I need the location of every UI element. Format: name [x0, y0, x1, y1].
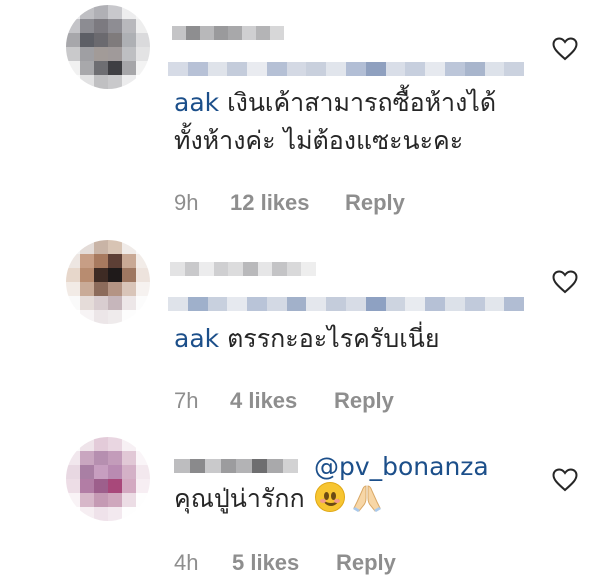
reply-button[interactable]: Reply: [334, 388, 394, 414]
timestamp: 7h: [174, 388, 199, 413]
likes-count[interactable]: 4 likes: [230, 388, 334, 414]
reply-mention-blurred[interactable]: [168, 297, 524, 311]
likes-count[interactable]: 12 likes: [230, 190, 345, 216]
smiling-face-emoji: [314, 482, 345, 512]
comment-meta: 4h 5 likes Reply: [174, 550, 396, 576]
comment-line-1: คุณปู่น่ารักก: [174, 484, 305, 513]
timestamp: 4h: [174, 550, 199, 575]
reply-button[interactable]: Reply: [345, 190, 405, 216]
comment-line-1: ตรรกะอะไรครับเนี่ย: [219, 324, 440, 353]
comment-meta: 9h 12 likes Reply: [174, 190, 405, 216]
avatar[interactable]: [66, 437, 150, 521]
avatar[interactable]: [66, 5, 150, 89]
likes-count[interactable]: 5 likes: [232, 550, 336, 576]
heart-outline-icon[interactable]: [552, 270, 578, 294]
avatar[interactable]: [66, 240, 150, 324]
reply-mention-blurred[interactable]: [168, 62, 524, 76]
mention-link[interactable]: aak: [174, 88, 219, 117]
comment-meta: 7h 4 likes Reply: [174, 388, 394, 414]
username-blurred[interactable]: [174, 459, 298, 473]
comment-text: aak เงินเค้าสามารถซื้อห้างได้ ทั้งห้างค่…: [174, 84, 496, 160]
timestamp: 9h: [174, 190, 199, 215]
comment-line-1: เงินเค้าสามารถซื้อห้างได้: [219, 88, 497, 117]
comment-text: aak ตรรกะอะไรครับเนี่ย: [174, 320, 439, 358]
comment-line-2: ทั้งห้างค่ะ ไม่ต้องแซะนะคะ: [174, 126, 464, 155]
reply-mention-link[interactable]: @pv_bonanza: [314, 452, 489, 481]
heart-outline-icon[interactable]: [552, 468, 578, 492]
mention-link[interactable]: aak: [174, 324, 219, 353]
username-blurred[interactable]: [172, 26, 284, 40]
comment-text: คุณปู่น่ารักก: [174, 480, 383, 518]
heart-outline-icon[interactable]: [552, 37, 578, 61]
username-blurred[interactable]: [170, 262, 316, 276]
reply-button[interactable]: Reply: [336, 550, 396, 576]
folded-hands-emoji: [352, 485, 381, 512]
